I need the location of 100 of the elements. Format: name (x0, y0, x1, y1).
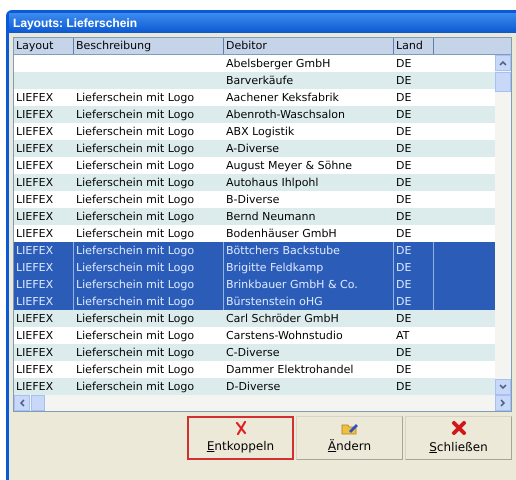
column-header[interactable]: Debitor (224, 38, 394, 54)
cross-icon (234, 421, 246, 435)
table-cell: DE (396, 312, 412, 325)
table-cell: LIEFEX (16, 125, 54, 138)
column-header[interactable]: Beschreibung (74, 38, 224, 54)
dialog-button[interactable]: Entkoppeln (187, 416, 294, 460)
table-cell: DE (396, 91, 412, 104)
scroll-down-icon[interactable] (495, 379, 511, 395)
column-header[interactable]: Layout (14, 38, 74, 54)
table-cell: DE (396, 176, 412, 189)
table-cell: DE (396, 210, 412, 223)
table-row[interactable]: LIEFEX Lieferschein mit Logo Brinkbauer GmbH & Co. DE (14, 276, 495, 293)
table-row[interactable]: LIEFEX Lieferschein mit Logo Bürstenstein oHG DE (14, 293, 495, 310)
table-cell: LIEFEX (16, 227, 54, 240)
table-cell: ABX Logistik (226, 125, 294, 138)
table-cell: LIEFEX (16, 363, 54, 376)
table-row[interactable]: LIEFEX Lieferschein mit Logo D-Diverse DE (14, 378, 495, 395)
table-cell: DE (396, 142, 412, 155)
table-cell: Lieferschein mit Logo (76, 176, 194, 189)
table-cell: Bernd Neumann (226, 210, 316, 223)
table-cell: LIEFEX (16, 91, 54, 104)
table-cell: Carl Schröder GmbH (226, 312, 339, 325)
table-row[interactable]: LIEFEX Lieferschein mit Logo A-Diverse DE (14, 140, 495, 157)
table-cell: LIEFEX (16, 193, 54, 206)
table-cell: Lieferschein mit Logo (76, 363, 194, 376)
table-cell: August Meyer & Söhne (226, 159, 352, 172)
table-cell: LIEFEX (16, 261, 54, 274)
scroll-thumb[interactable] (31, 395, 45, 411)
vertical-scrollbar[interactable] (495, 55, 511, 395)
table-cell: Dammer Elektrohandel (226, 363, 354, 376)
scroll-left-icon[interactable] (14, 395, 30, 411)
table-cell: DE (396, 74, 412, 87)
table-cell: LIEFEX (16, 108, 54, 121)
table-row[interactable]: LIEFEX Lieferschein mit Logo Carl Schröder GmbH DE (14, 310, 495, 327)
table-row[interactable]: LIEFEX Lieferschein mit Logo Autohaus Ihlpohl DE (14, 174, 495, 191)
table-cell: Brigitte Feldkamp (226, 261, 324, 274)
table-cell: Carstens-Wohnstudio (226, 329, 343, 342)
column-header[interactable]: Land (394, 38, 434, 54)
table-cell: Lieferschein mit Logo (76, 91, 194, 104)
table-cell: DE (396, 380, 412, 393)
table-cell: LIEFEX (16, 380, 54, 393)
table-cell: DE (396, 244, 412, 257)
dialog-button[interactable]: Ändern (296, 416, 403, 460)
table-cell: C-Diverse (226, 346, 280, 359)
table-cell: Abenroth-Waschsalon (226, 108, 345, 121)
table-cell: DE (396, 159, 412, 172)
table-cell: LIEFEX (16, 329, 54, 342)
table-cell: Abelsberger GmbH (226, 57, 330, 70)
horizontal-scrollbar[interactable] (14, 395, 511, 411)
table-cell: DE (396, 193, 412, 206)
edit-icon (340, 421, 358, 435)
table-row[interactable]: LIEFEX Lieferschein mit Logo Böttchers Backstube DE (14, 242, 495, 259)
table-row[interactable]: LIEFEX Lieferschein mit Logo Bernd Neumann DE (14, 208, 495, 225)
table-cell: LIEFEX (16, 210, 54, 223)
table-cell: Lieferschein mit Logo (76, 346, 194, 359)
table-cell: Lieferschein mit Logo (76, 329, 194, 342)
table-cell: AT (396, 329, 410, 342)
table-cell: Lieferschein mit Logo (76, 125, 194, 138)
table-cell: LIEFEX (16, 295, 54, 308)
table-cell: LIEFEX (16, 176, 54, 189)
close-icon (450, 420, 466, 436)
table-cell: Lieferschein mit Logo (76, 193, 194, 206)
table-row[interactable]: LIEFEX Lieferschein mit Logo Brigitte Feldkamp DE (14, 259, 495, 276)
table-cell: Lieferschein mit Logo (76, 227, 194, 240)
table-cell: DE (396, 57, 412, 70)
table-cell: DE (396, 227, 412, 240)
table-cell: Lieferschein mit Logo (76, 261, 194, 274)
table-cell: Lieferschein mit Logo (76, 278, 194, 291)
table-cell: LIEFEX (16, 278, 54, 291)
table-cell: Lieferschein mit Logo (76, 159, 194, 172)
table-cell: B-Diverse (226, 193, 280, 206)
table-cell: Lieferschein mit Logo (76, 108, 194, 121)
table-cell: Lieferschein mit Logo (76, 380, 194, 393)
table-cell: DE (396, 363, 412, 376)
scroll-thumb[interactable] (495, 72, 511, 92)
table-cell: Bürstenstein oHG (226, 295, 323, 308)
table-cell: DE (396, 295, 412, 308)
dialog-button[interactable]: Schließen (405, 416, 512, 460)
table-cell: Aachener Keksfabrik (226, 91, 339, 104)
scroll-right-icon[interactable] (495, 395, 511, 411)
table-cell: DE (396, 346, 412, 359)
table-cell: DE (396, 261, 412, 274)
table-cell: Bodenhäuser GmbH (226, 227, 337, 240)
table-cell: D-Diverse (226, 380, 280, 393)
table-cell: LIEFEX (16, 312, 54, 325)
table-cell: Autohaus Ihlpohl (226, 176, 318, 189)
table-row[interactable]: Barverkäufe DE (14, 72, 495, 89)
table-row[interactable]: LIEFEX Lieferschein mit Logo C-Diverse DE (14, 344, 495, 361)
table-cell: LIEFEX (16, 142, 54, 155)
table-row[interactable]: LIEFEX Lieferschein mit Logo Abenroth-Waschsalon DE (14, 106, 495, 123)
table-cell: Lieferschein mit Logo (76, 244, 194, 257)
table-cell: Lieferschein mit Logo (76, 295, 194, 308)
table-cell: DE (396, 125, 412, 138)
table-cell: Böttchers Backstube (226, 244, 340, 257)
table-cell: DE (396, 108, 412, 121)
table-cell: LIEFEX (16, 244, 54, 257)
table-cell: LIEFEX (16, 159, 54, 172)
table-cell: DE (396, 278, 412, 291)
table-cell: Lieferschein mit Logo (76, 210, 194, 223)
scroll-up-icon[interactable] (495, 55, 511, 71)
